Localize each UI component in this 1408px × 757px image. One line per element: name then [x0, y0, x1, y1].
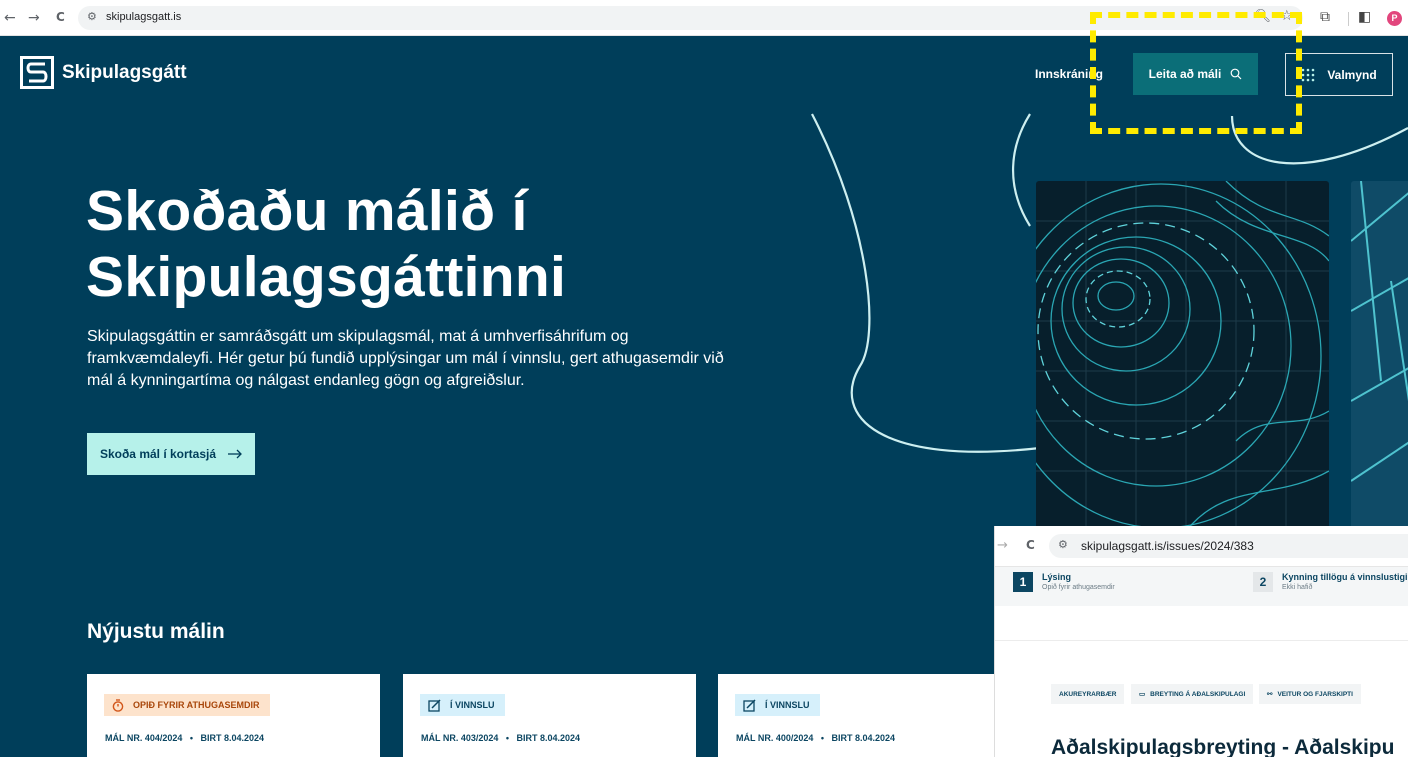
search-button-label: Leita að máli — [1148, 67, 1222, 81]
tag-label: VEITUR OG FJARSKIPTI — [1277, 690, 1353, 698]
overlay-site-settings-icon[interactable]: ⚙ — [1058, 538, 1068, 551]
network-icon: ⚯ — [1267, 691, 1273, 698]
case-card[interactable]: Í VINNSLU MÁL NR. 403/2024 • BIRT 8.04.2… — [403, 674, 696, 757]
overlay-address-url: skipulagsgatt.is/issues/2024/383 — [1081, 539, 1254, 553]
tag-label: BREYTING Á AÐALSKIPULAGI — [1150, 690, 1246, 698]
edit-icon — [428, 698, 441, 712]
case-published: BIRT 8.04.2024 — [516, 733, 581, 743]
overlay-reload-icon[interactable]: C — [1026, 538, 1035, 552]
status-badge: OPIÐ FYRIR ATHUGASEMDIR — [104, 694, 270, 716]
overlay-forward-icon[interactable]: → — [997, 538, 1008, 553]
menu-button[interactable]: Valmynd — [1285, 53, 1393, 96]
case-meta: MÁL NR. 404/2024 • BIRT 8.04.2024 — [105, 733, 265, 743]
hero-description: Skipulagsgáttin er samráðsgátt um skipul… — [87, 328, 724, 389]
extensions-icon[interactable]: ⧉ — [1320, 9, 1330, 25]
overlay-address-bar[interactable]: ⚙ skipulagsgatt.is/issues/2024/383 — [1049, 534, 1408, 558]
status-label: Í VINNSLU — [765, 700, 810, 710]
tag-municipality[interactable]: AKUREYRARBÆR — [1051, 684, 1125, 704]
status-label: OPIÐ FYRIR ATHUGASEMDIR — [133, 700, 260, 710]
step-status: Ekki hafið — [1282, 584, 1313, 591]
grid-menu-icon — [1302, 68, 1315, 81]
street-map-image — [1351, 181, 1408, 531]
process-steps: 1 Lýsing Opið fyrir athugasemdir 2 Kynni… — [995, 566, 1408, 606]
login-link[interactable]: Innskráning — [1035, 67, 1103, 81]
overlay-divider — [995, 640, 1408, 641]
status-badge: Í VINNSLU — [420, 694, 505, 716]
case-number: MÁL NR. 404/2024 — [105, 733, 183, 743]
step-number[interactable]: 1 — [1013, 572, 1033, 592]
status-label: Í VINNSLU — [450, 700, 495, 710]
hero-title: Skoðaðu málið í Skipulagsgáttinni — [86, 178, 566, 310]
issue-title: Aðalskipulagsbreyting - Aðalskipu — [1051, 736, 1395, 757]
search-case-button[interactable]: Leita að máli — [1133, 53, 1258, 95]
brand-name: Skipulagsgátt — [62, 61, 187, 83]
site-logo[interactable]: Skipulagsgátt — [20, 56, 187, 89]
arrow-right-icon — [228, 449, 242, 459]
topographic-map-image — [1036, 181, 1329, 531]
side-panel-icon[interactable]: ◧ — [1358, 9, 1371, 25]
site-settings-icon[interactable]: ⚙ — [87, 10, 97, 23]
menu-button-label: Valmynd — [1327, 67, 1377, 82]
issue-page-overlay: → C ⚙ skipulagsgatt.is/issues/2024/383 1… — [994, 526, 1408, 757]
case-published: BIRT 8.04.2024 — [831, 733, 896, 743]
view-map-button-label: Skoða mál í kortasjá — [99, 447, 217, 461]
zoom-icon[interactable]: 🔍︎ — [1254, 9, 1271, 24]
forward-icon[interactable]: → — [28, 10, 40, 26]
reload-icon[interactable]: C — [56, 10, 65, 24]
latest-cases-title: Nýjustu málin — [87, 620, 225, 643]
case-published: BIRT 8.04.2024 — [200, 733, 265, 743]
address-bar[interactable]: ⚙ skipulagsgatt.is 🔍︎ ☆ — [78, 6, 1303, 30]
back-icon[interactable]: ← — [4, 10, 16, 26]
tag-label: AKUREYRARBÆR — [1059, 690, 1117, 698]
search-icon — [1230, 68, 1242, 80]
case-number: MÁL NR. 400/2024 — [736, 733, 814, 743]
case-number: MÁL NR. 403/2024 — [421, 733, 499, 743]
hero-title-line2: Skipulagsgáttinni — [86, 245, 567, 309]
step-status: Opið fyrir athugasemdir — [1042, 584, 1115, 591]
status-badge: Í VINNSLU — [735, 694, 820, 716]
case-card[interactable]: Í VINNSLU MÁL NR. 400/2024 • BIRT 8.04.2… — [718, 674, 1011, 757]
address-url: skipulagsgatt.is — [106, 11, 182, 23]
step-title[interactable]: Lýsing — [1042, 572, 1071, 582]
profile-avatar[interactable]: P — [1387, 11, 1402, 26]
timer-icon — [112, 698, 124, 712]
hero-title-line1: Skoðaðu málið í — [86, 179, 528, 243]
step-title[interactable]: Kynning tillögu á vinnslustigi — [1282, 572, 1408, 582]
toolbar-divider — [1348, 12, 1349, 26]
browser-toolbar: ← → C ⚙ skipulagsgatt.is 🔍︎ ☆ ⧉ ◧ P — [0, 0, 1408, 36]
overlay-browser-toolbar: → C ⚙ skipulagsgatt.is/issues/2024/383 — [995, 526, 1408, 566]
case-meta: MÁL NR. 400/2024 • BIRT 8.04.2024 — [736, 733, 896, 743]
step-number[interactable]: 2 — [1253, 572, 1273, 592]
edit-icon — [743, 698, 756, 712]
tag-category[interactable]: ⚯ VEITUR OG FJARSKIPTI — [1259, 684, 1361, 704]
case-meta: MÁL NR. 403/2024 • BIRT 8.04.2024 — [421, 733, 581, 743]
logo-mark-icon — [20, 56, 54, 89]
tag-plan-type[interactable]: ▭ BREYTING Á AÐALSKIPULAGI — [1131, 684, 1254, 704]
folder-icon: ▭ — [1139, 691, 1146, 698]
case-card[interactable]: OPIÐ FYRIR ATHUGASEMDIR MÁL NR. 404/2024… — [87, 674, 380, 757]
view-map-button[interactable]: Skoða mál í kortasjá — [87, 433, 255, 475]
bookmark-star-icon[interactable]: ☆ — [1280, 8, 1293, 24]
